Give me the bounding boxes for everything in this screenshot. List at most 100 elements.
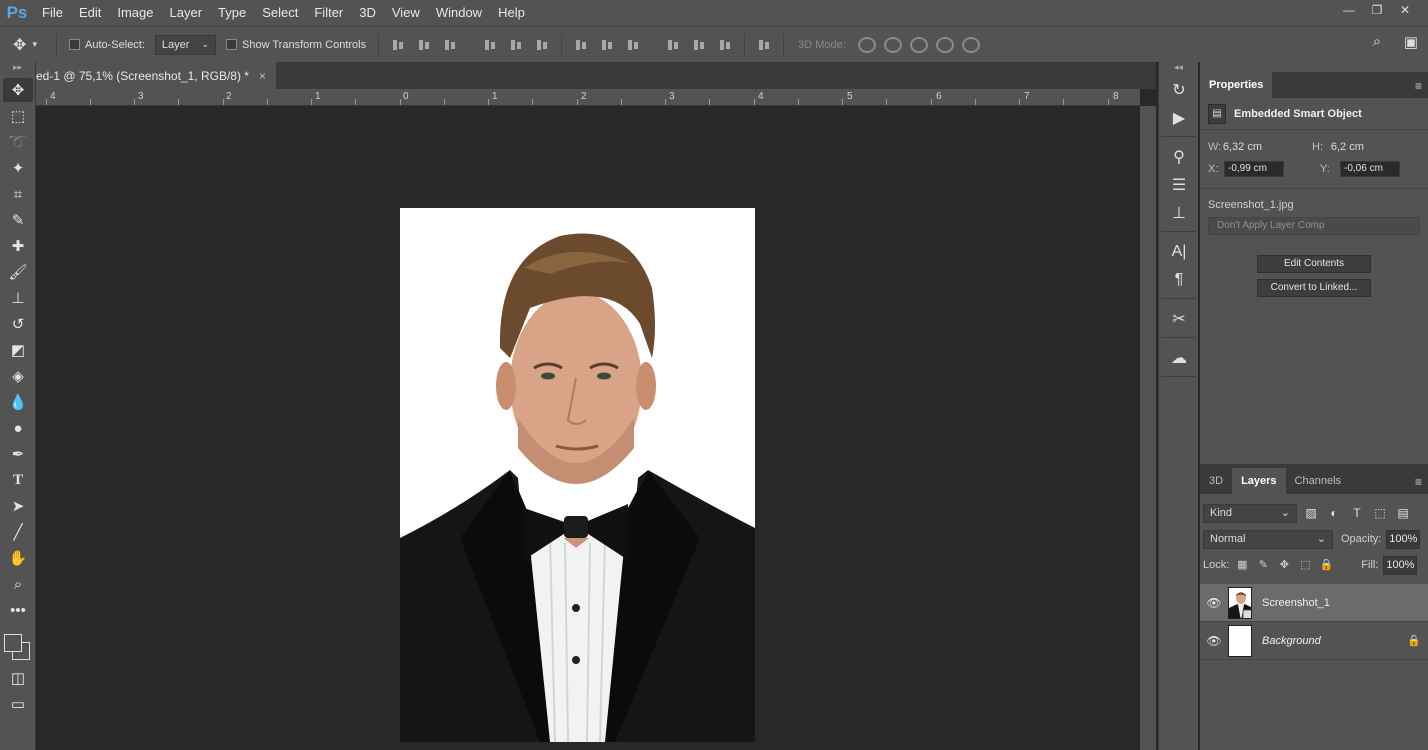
3d-scale-icon[interactable]: [961, 36, 980, 53]
move-tool-icon[interactable]: ✥: [3, 78, 33, 102]
character-icon[interactable]: A|: [1161, 238, 1197, 266]
eyedropper-tool-icon[interactable]: ✎: [3, 208, 33, 232]
height-value[interactable]: 6,2 cm: [1331, 141, 1420, 153]
distribute-vcenter-icon[interactable]: [599, 37, 615, 53]
minimize-button[interactable]: —: [1338, 2, 1360, 18]
canvas-area[interactable]: [36, 106, 1140, 750]
libraries-icon[interactable]: ☁: [1161, 344, 1197, 372]
menu-3d[interactable]: 3D: [351, 0, 384, 26]
eraser-tool-icon[interactable]: ◩: [3, 338, 33, 362]
panel-grip-icon[interactable]: ▸▸: [0, 62, 35, 76]
line-tool-icon[interactable]: ╱: [3, 520, 33, 544]
fill-field[interactable]: 100%: [1383, 555, 1418, 575]
tab-layers[interactable]: Layers: [1232, 468, 1286, 494]
width-value[interactable]: 6,32 cm: [1223, 141, 1312, 153]
hand-tool-icon[interactable]: ✋: [3, 546, 33, 570]
healing-brush-tool-icon[interactable]: ✚: [3, 234, 33, 258]
align-right-edges-icon[interactable]: [534, 37, 550, 53]
history-brush-tool-icon[interactable]: ↺: [3, 312, 33, 336]
edit-contents-button[interactable]: Edit Contents: [1257, 255, 1371, 273]
menu-view[interactable]: View: [384, 0, 428, 26]
menu-window[interactable]: Window: [428, 0, 490, 26]
tool-preset-picker[interactable]: ✥ ▾: [0, 35, 50, 55]
layer-comp-dropdown[interactable]: Don't Apply Layer Comp: [1208, 217, 1420, 235]
distribute-left-icon[interactable]: [665, 37, 681, 53]
tool-presets-icon[interactable]: ⊥: [1161, 199, 1197, 227]
lock-image-pixels-icon[interactable]: ✎: [1255, 557, 1271, 573]
lasso-tool-icon[interactable]: ➰: [3, 130, 33, 154]
menu-help[interactable]: Help: [490, 0, 533, 26]
panel-grip-icon[interactable]: ◂◂: [1159, 62, 1198, 74]
layer-row[interactable]: 👁 Screenshot_1: [1200, 584, 1428, 622]
dodge-tool-icon[interactable]: ●: [3, 416, 33, 440]
quick-mask-icon[interactable]: ◫: [3, 666, 33, 690]
filter-kind-dropdown[interactable]: Kind ⌄: [1203, 503, 1297, 523]
tab-3d[interactable]: 3D: [1200, 468, 1232, 494]
clone-stamp-tool-icon[interactable]: ⊥: [3, 286, 33, 310]
tools-settings-icon[interactable]: ✂: [1161, 305, 1197, 333]
menu-file[interactable]: File: [34, 0, 71, 26]
pixel-filter-icon[interactable]: ▨: [1302, 504, 1320, 522]
panel-menu-icon[interactable]: ≡: [1415, 79, 1422, 93]
history-icon[interactable]: ↻: [1161, 76, 1197, 104]
crop-tool-icon[interactable]: ⌗: [3, 182, 33, 206]
3d-pan-icon[interactable]: [909, 36, 928, 53]
adjustments-icon[interactable]: ☰: [1161, 171, 1197, 199]
close-window-button[interactable]: ✕: [1394, 2, 1416, 18]
convert-to-linked-button[interactable]: Convert to Linked...: [1257, 279, 1371, 297]
auto-select-checkbox[interactable]: Auto-Select:: [69, 39, 145, 51]
eye-icon[interactable]: 👁: [1200, 634, 1228, 648]
show-transform-checkbox[interactable]: Show Transform Controls: [226, 39, 366, 51]
restore-button[interactable]: ❐: [1366, 2, 1388, 18]
x-field[interactable]: -0,99 cm: [1224, 161, 1284, 177]
adjustment-filter-icon[interactable]: ◐: [1325, 504, 1343, 522]
auto-align-layers-icon[interactable]: [756, 37, 772, 53]
align-bottom-edges-icon[interactable]: [442, 37, 458, 53]
foreground-color-swatch[interactable]: [4, 634, 22, 652]
auto-select-target-dropdown[interactable]: Layer ⌄: [154, 34, 216, 55]
path-selection-tool-icon[interactable]: ➤: [3, 494, 33, 518]
3d-roll-icon[interactable]: [883, 36, 902, 53]
brush-tool-icon[interactable]: 🖌: [3, 260, 33, 284]
lock-all-icon[interactable]: 🔒: [1318, 557, 1334, 573]
more-tools-icon[interactable]: •••: [3, 598, 33, 622]
distribute-top-icon[interactable]: [573, 37, 589, 53]
opacity-field[interactable]: 100%: [1386, 529, 1421, 549]
menu-edit[interactable]: Edit: [71, 0, 109, 26]
menu-select[interactable]: Select: [254, 0, 306, 26]
lock-transparent-pixels-icon[interactable]: ▦: [1234, 557, 1250, 573]
layer-name[interactable]: Background: [1262, 635, 1400, 647]
align-horizontal-centers-icon[interactable]: [508, 37, 524, 53]
actions-play-icon[interactable]: ▶: [1161, 104, 1197, 132]
eye-icon[interactable]: 👁: [1200, 596, 1228, 610]
menu-image[interactable]: Image: [109, 0, 161, 26]
layer-row[interactable]: 👁 Background 🔒: [1200, 622, 1428, 660]
smart-object-filter-icon[interactable]: ▤: [1394, 504, 1412, 522]
blur-tool-icon[interactable]: 💧: [3, 390, 33, 414]
magic-wand-tool-icon[interactable]: ✦: [3, 156, 33, 180]
menu-filter[interactable]: Filter: [306, 0, 351, 26]
align-vertical-centers-icon[interactable]: [416, 37, 432, 53]
lock-position-icon[interactable]: ✥: [1276, 557, 1292, 573]
distribute-hcenter-icon[interactable]: [691, 37, 707, 53]
y-field[interactable]: -0,06 cm: [1340, 161, 1400, 177]
paragraph-icon[interactable]: ¶: [1161, 266, 1197, 294]
3d-orbit-icon[interactable]: [857, 36, 876, 53]
layer-name[interactable]: Screenshot_1: [1262, 597, 1428, 609]
tab-channels[interactable]: Channels: [1286, 468, 1350, 494]
align-top-edges-icon[interactable]: [390, 37, 406, 53]
horizontal-ruler[interactable]: 4 3 2 1 0 1 2 3 4 5 6 7 8: [36, 89, 1140, 106]
shape-filter-icon[interactable]: ⬚: [1371, 504, 1389, 522]
menu-layer[interactable]: Layer: [162, 0, 211, 26]
menu-type[interactable]: Type: [210, 0, 254, 26]
paint-bucket-tool-icon[interactable]: ◈: [3, 364, 33, 388]
type-filter-icon[interactable]: T: [1348, 504, 1366, 522]
vertical-scrollbar[interactable]: [1140, 106, 1156, 750]
align-left-edges-icon[interactable]: [482, 37, 498, 53]
distribute-right-icon[interactable]: [717, 37, 733, 53]
lock-artboard-icon[interactable]: ⬚: [1297, 557, 1313, 573]
marquee-tool-icon[interactable]: ⬚: [3, 104, 33, 128]
brushes-icon[interactable]: ⚲: [1161, 143, 1197, 171]
zoom-tool-icon[interactable]: ⌕: [3, 572, 33, 596]
document-canvas[interactable]: [400, 208, 755, 742]
